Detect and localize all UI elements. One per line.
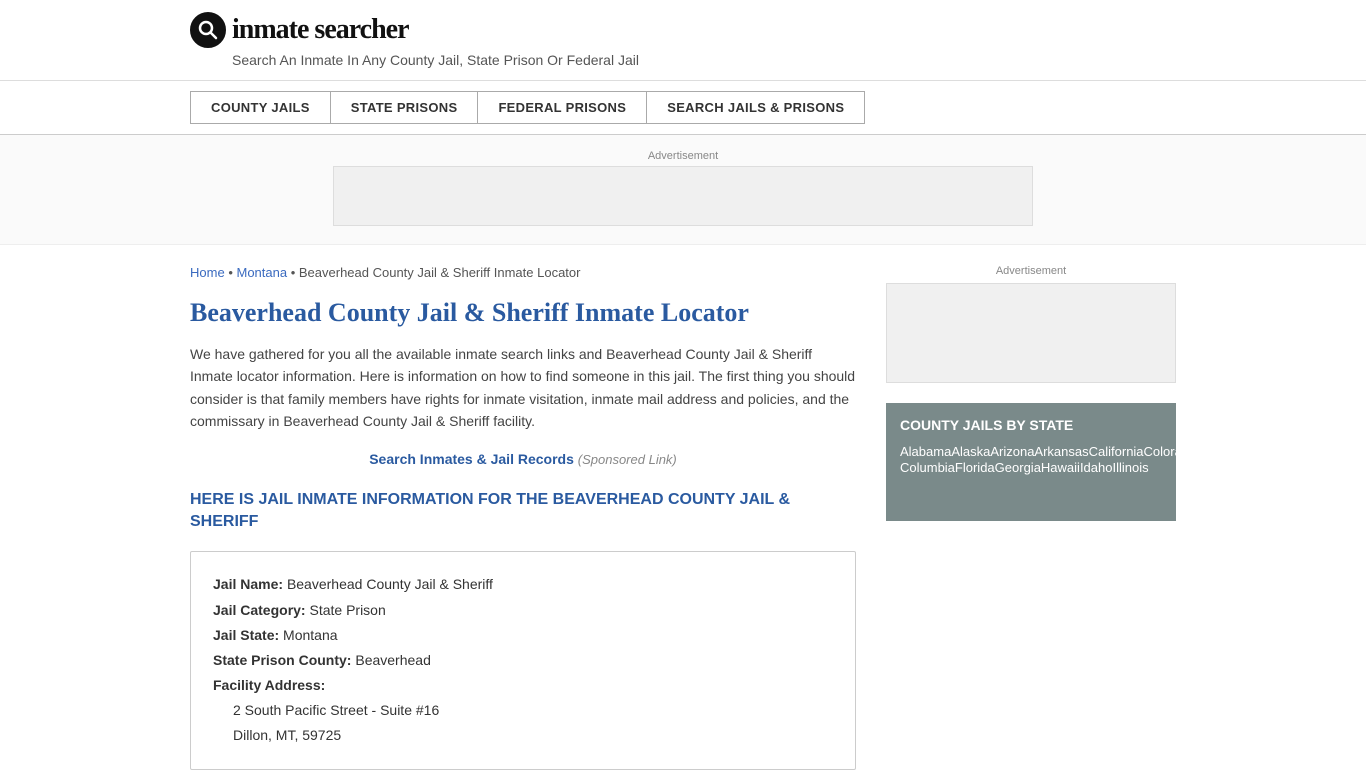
breadcrumb-state[interactable]: Montana [236,265,287,280]
jail-category-label: Jail Category: [213,602,306,618]
tagline: Search An Inmate In Any County Jail, Sta… [232,52,1176,68]
nav-federal-prisons[interactable]: FEDERAL PRISONS [477,91,646,124]
state-link[interactable]: Connecticut [1196,441,1265,462]
jail-address-line1: 2 South Pacific Street - Suite #16 [233,698,833,723]
nav-county-jails[interactable]: COUNTY JAILS [190,91,330,124]
state-link[interactable]: Georgia [995,457,1041,478]
nav-state-prisons[interactable]: STATE PRISONS [330,91,478,124]
state-col1: AlabamaAlaskaArizonaArkansasCaliforniaCo… [900,443,1357,507]
jail-address-label: Facility Address: [213,677,325,693]
jail-category-value: State Prison [309,602,385,618]
breadcrumb-sep2: • [291,265,299,280]
logo-icon [190,12,226,48]
main-content: Home • Montana • Beaverhead County Jail … [190,265,856,770]
state-grid: AlabamaAlaskaArizonaArkansasCaliforniaCo… [900,443,1162,507]
logo-text: inmate searcher [232,14,409,46]
jail-county-row: State Prison County: Beaverhead [213,648,833,673]
breadcrumb: Home • Montana • Beaverhead County Jail … [190,265,856,280]
jail-name-row: Jail Name: Beaverhead County Jail & Sher… [213,572,833,597]
jail-info-box: Jail Name: Beaverhead County Jail & Sher… [190,551,856,769]
sponsored-label: (Sponsored Link) [578,452,677,467]
jail-state-row: Jail State: Montana [213,623,833,648]
ad-sidebar: Advertisement [886,265,1176,383]
state-link[interactable]: Florida [955,457,995,478]
breadcrumb-home[interactable]: Home [190,265,225,280]
jail-address-row: Facility Address: 2 South Pacific Street… [213,673,833,749]
jail-category-row: Jail Category: State Prison [213,598,833,623]
jail-address-line2: Dillon, MT, 59725 [233,723,833,748]
ad-label-sidebar: Advertisement [886,265,1176,277]
jail-info-heading: HERE IS JAIL INMATE INFORMATION FOR THE … [190,489,856,534]
state-link[interactable]: Illinois [1112,457,1148,478]
jail-name-label: Jail Name: [213,576,283,592]
logo-area: inmate searcher [190,12,1176,48]
ad-box-sidebar [886,283,1176,383]
search-link-area: Search Inmates & Jail Records (Sponsored… [190,451,856,467]
jails-by-state-panel: COUNTY JAILS BY STATE AlabamaAlaskaArizo… [886,403,1176,521]
nav-search-jails-prisons[interactable]: SEARCH JAILS & PRISONS [646,91,865,124]
state-link[interactable]: Colorado [1144,441,1197,462]
jail-state-label: Jail State: [213,627,279,643]
description-text: We have gathered for you all the availab… [190,343,856,433]
jail-state-value: Montana [283,627,337,643]
ad-box-top [333,166,1033,226]
state-link[interactable]: Hawaii [1041,457,1080,478]
state-link[interactable]: Idaho [1080,457,1113,478]
sidebar: Advertisement COUNTY JAILS BY STATE Alab… [886,265,1176,770]
jail-county-value: Beaverhead [355,652,431,668]
nav: COUNTY JAILS STATE PRISONS FEDERAL PRISO… [0,81,1366,135]
jails-by-state-title: COUNTY JAILS BY STATE [900,417,1162,433]
page-title: Beaverhead County Jail & Sheriff Inmate … [190,298,856,328]
ad-banner-top: Advertisement [0,135,1366,245]
state-col2: MontanaNebraskaNevadaNew HampshireNew Je… [1357,443,1366,507]
content-wrap: Home • Montana • Beaverhead County Jail … [0,265,1366,770]
state-link[interactable]: Delaware [1265,441,1320,462]
jail-county-label: State Prison County: [213,652,351,668]
search-inmates-link[interactable]: Search Inmates & Jail Records [369,451,574,467]
header: inmate searcher Search An Inmate In Any … [0,0,1366,81]
jail-name-value: Beaverhead County Jail & Sheriff [287,576,493,592]
breadcrumb-current: Beaverhead County Jail & Sheriff Inmate … [299,265,581,280]
ad-label-top: Advertisement [190,150,1176,162]
